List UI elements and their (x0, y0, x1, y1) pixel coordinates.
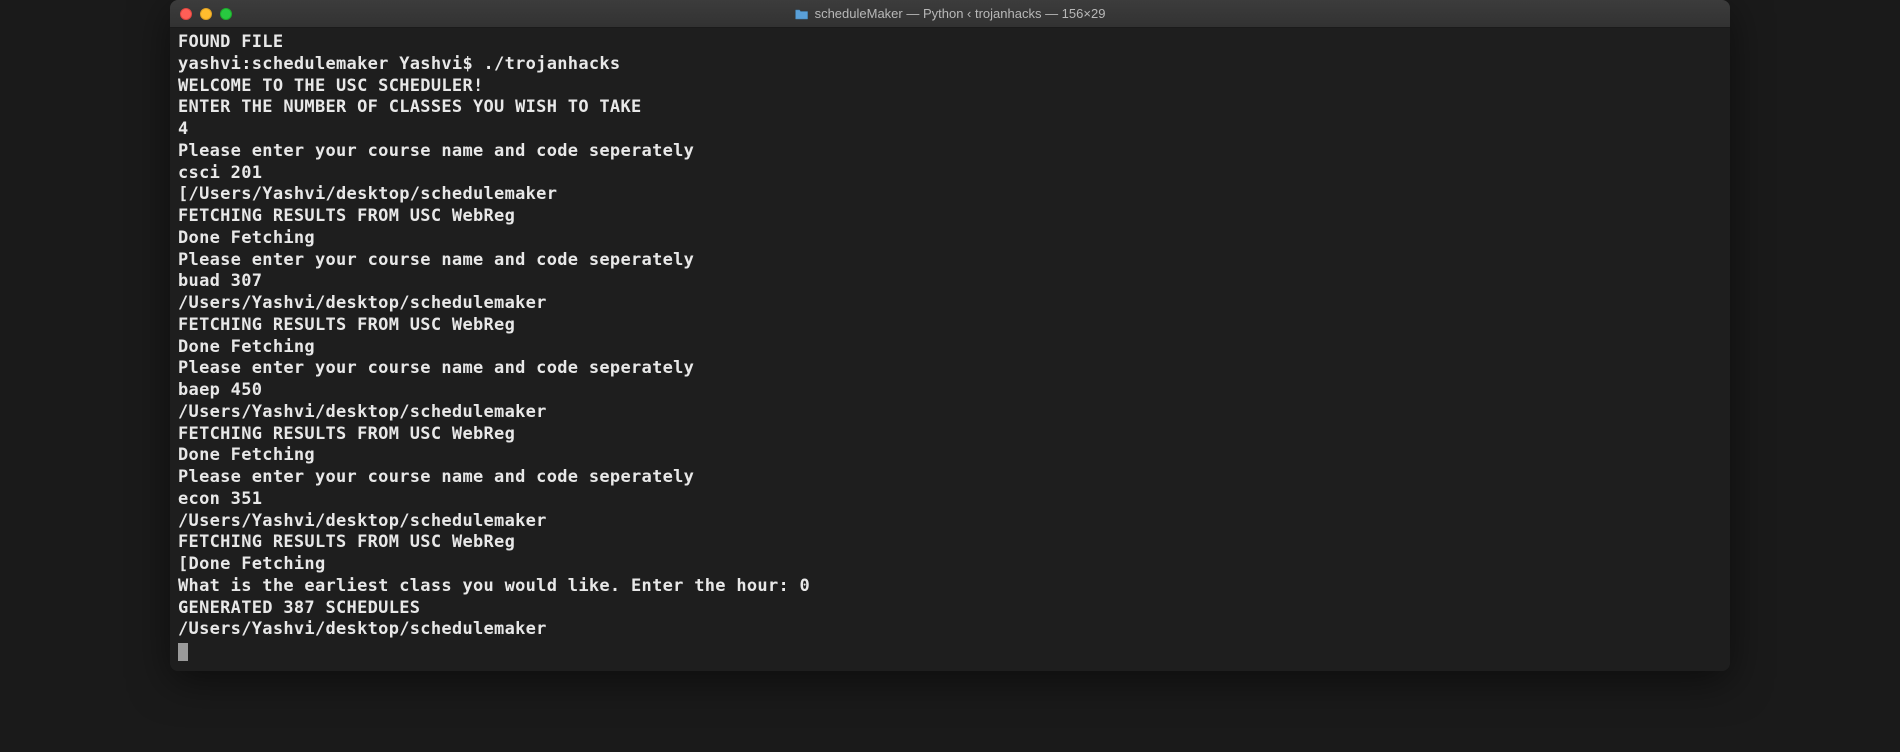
close-button[interactable] (180, 8, 192, 20)
terminal-line: [/Users/Yashvi/desktop/schedulemaker (178, 184, 1722, 206)
traffic-lights (180, 8, 232, 20)
terminal-line: /Users/Yashvi/desktop/schedulemaker (178, 619, 1722, 641)
terminal-line: csci 201 (178, 163, 1722, 185)
terminal-window: scheduleMaker — Python ‹ trojanhacks — 1… (170, 0, 1730, 671)
window-title-text: scheduleMaker — Python ‹ trojanhacks — 1… (815, 6, 1106, 21)
terminal-line: 4 (178, 119, 1722, 141)
terminal-line: GENERATED 387 SCHEDULES (178, 598, 1722, 620)
terminal-line: yashvi:schedulemaker Yashvi$ ./trojanhac… (178, 54, 1722, 76)
terminal-line: FOUND FILE (178, 32, 1722, 54)
terminal-line: What is the earliest class you would lik… (178, 576, 1722, 598)
terminal-line: Done Fetching (178, 228, 1722, 250)
terminal-cursor-line (178, 641, 1722, 663)
terminal-line: /Users/Yashvi/desktop/schedulemaker (178, 511, 1722, 533)
window-title: scheduleMaker — Python ‹ trojanhacks — 1… (795, 6, 1106, 21)
terminal-line: baep 450 (178, 380, 1722, 402)
terminal-line: Done Fetching (178, 445, 1722, 467)
terminal-line: FETCHING RESULTS FROM USC WebReg (178, 206, 1722, 228)
terminal-line: Please enter your course name and code s… (178, 467, 1722, 489)
terminal-line: Please enter your course name and code s… (178, 141, 1722, 163)
terminal-body[interactable]: FOUND FILEyashvi:schedulemaker Yashvi$ .… (170, 28, 1730, 671)
terminal-line: buad 307 (178, 271, 1722, 293)
terminal-line: Please enter your course name and code s… (178, 358, 1722, 380)
terminal-line: /Users/Yashvi/desktop/schedulemaker (178, 402, 1722, 424)
terminal-line: econ 351 (178, 489, 1722, 511)
terminal-line: Please enter your course name and code s… (178, 250, 1722, 272)
terminal-line: FETCHING RESULTS FROM USC WebReg (178, 315, 1722, 337)
minimize-button[interactable] (200, 8, 212, 20)
terminal-line: FETCHING RESULTS FROM USC WebReg (178, 532, 1722, 554)
terminal-line: ENTER THE NUMBER OF CLASSES YOU WISH TO … (178, 97, 1722, 119)
terminal-line: [Done Fetching (178, 554, 1722, 576)
terminal-line: FETCHING RESULTS FROM USC WebReg (178, 424, 1722, 446)
terminal-line: /Users/Yashvi/desktop/schedulemaker (178, 293, 1722, 315)
cursor (178, 643, 188, 661)
terminal-line: Done Fetching (178, 337, 1722, 359)
titlebar[interactable]: scheduleMaker — Python ‹ trojanhacks — 1… (170, 0, 1730, 28)
terminal-line: WELCOME TO THE USC SCHEDULER! (178, 76, 1722, 98)
folder-icon (795, 8, 809, 19)
maximize-button[interactable] (220, 8, 232, 20)
